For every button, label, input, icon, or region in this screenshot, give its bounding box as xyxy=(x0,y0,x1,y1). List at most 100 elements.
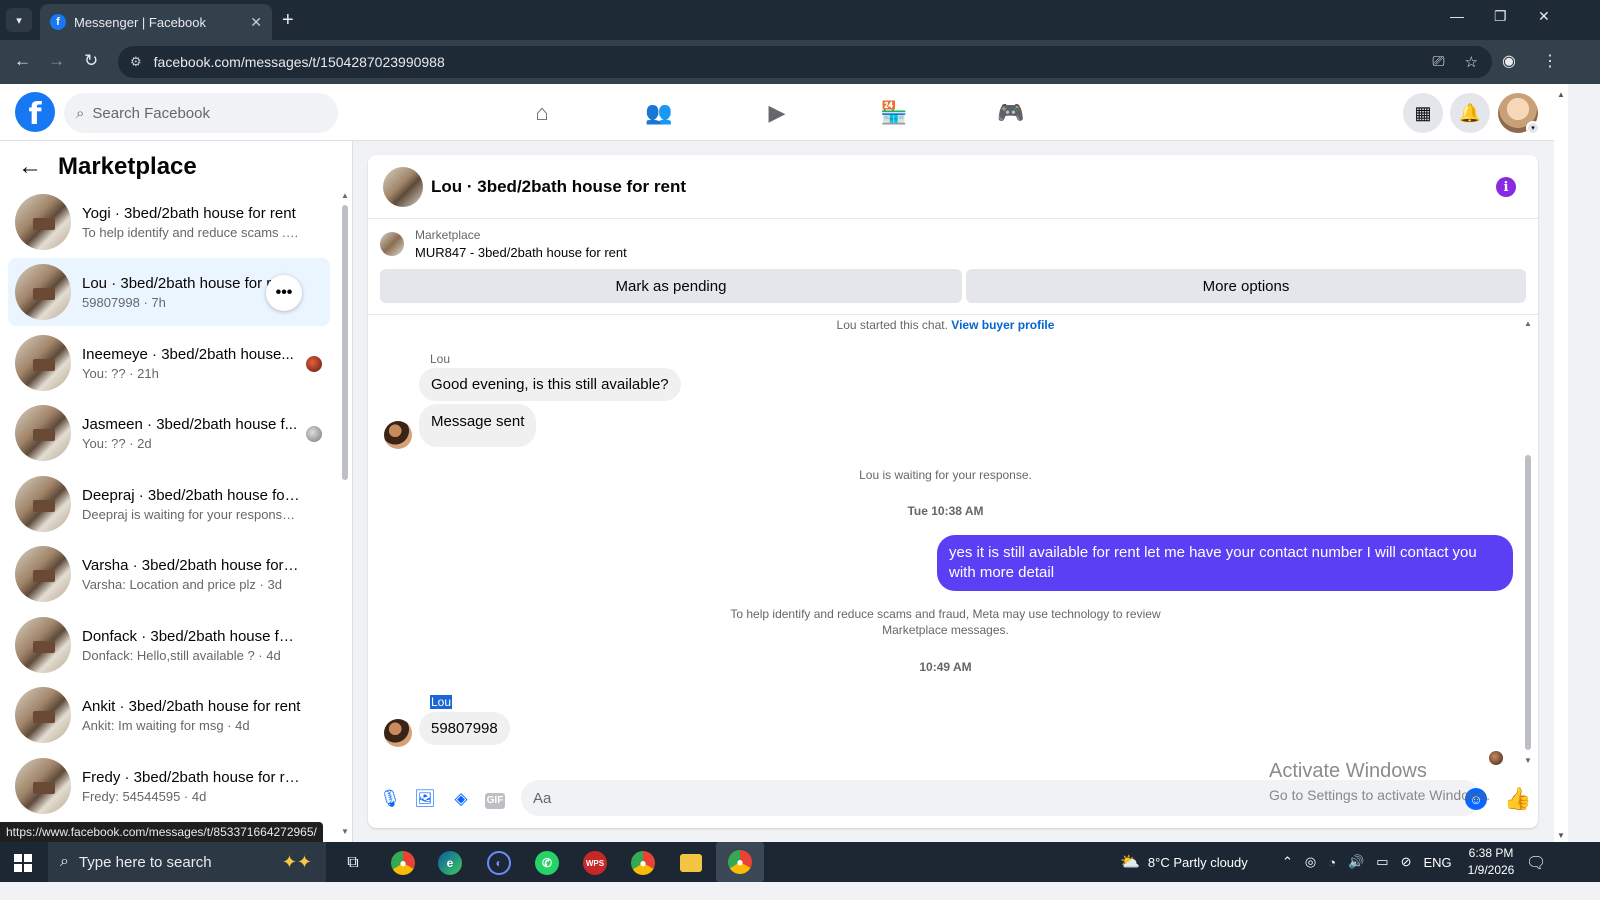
language-indicator[interactable]: ENG xyxy=(1424,855,1452,870)
browser-tab-strip: ▾ f Messenger | Facebook ✕ + — ❐ ✕ xyxy=(0,0,1600,40)
conversation-title: Yogi · 3bed/2bath house for rent xyxy=(82,204,296,222)
microphone-icon[interactable]: 🎙 xyxy=(379,788,401,810)
incoming-message[interactable]: Good evening, is this still available? xyxy=(419,368,681,401)
gaming-icon[interactable]: 🎮 xyxy=(996,98,1026,128)
chat-title[interactable]: Lou · 3bed/2bath house for rent xyxy=(431,177,686,197)
conversation-item-active[interactable]: Lou · 3bed/2bath house for r 59807998 · 7… xyxy=(8,258,330,326)
listing-summary[interactable]: Marketplace MUR847 - 3bed/2bath house fo… xyxy=(380,228,627,260)
facebook-header: f ⌕ Search Facebook ⌂ 👥 ▶ 🏪 🎮 ▦ 🔔 ▾ xyxy=(0,84,1554,141)
back-button[interactable]: ← xyxy=(14,51,31,71)
conversation-item[interactable]: Yogi · 3bed/2bath house for rent To help … xyxy=(8,188,330,256)
task-view-icon[interactable]: ⧉ xyxy=(338,848,368,878)
thumbs-up-icon[interactable]: 👍 xyxy=(1504,786,1531,812)
conversation-title: Ankit · 3bed/2bath house for rent xyxy=(82,697,301,715)
conversation-item[interactable]: Donfack · 3bed/2bath house for... Donfack… xyxy=(8,611,330,679)
notification-center-icon[interactable]: 🗨 xyxy=(1526,853,1546,873)
incoming-message[interactable]: 59807998 xyxy=(419,712,510,745)
sticker-icon[interactable]: ◈ xyxy=(450,788,472,810)
volume-icon[interactable]: 🔊 xyxy=(1348,854,1364,870)
chrome-app-icon[interactable]: ● xyxy=(388,848,418,878)
wifi-off-icon[interactable]: ⊘ xyxy=(1401,854,1412,870)
watermark-line-2: Go to Settings to activate Windows. xyxy=(1269,787,1490,803)
scroll-up-arrow-icon[interactable]: ▲ xyxy=(341,191,349,200)
marketplace-icon[interactable]: 🏪 xyxy=(879,98,909,128)
facebook-search-input[interactable]: ⌕ Search Facebook xyxy=(64,93,338,133)
view-buyer-profile-link[interactable]: View buyer profile xyxy=(951,318,1054,332)
tab-search-dropdown[interactable]: ▾ xyxy=(6,8,32,32)
browser-tab[interactable]: f Messenger | Facebook ✕ xyxy=(40,4,272,40)
conversation-title: Lou · 3bed/2bath house for r xyxy=(82,274,272,292)
photo-icon[interactable]: 🖼 xyxy=(414,788,436,810)
more-options-icon[interactable]: ••• xyxy=(266,275,302,311)
mark-as-pending-button[interactable]: Mark as pending xyxy=(380,269,962,303)
file-explorer-icon[interactable] xyxy=(676,848,706,878)
scroll-down-arrow-icon[interactable]: ▼ xyxy=(341,827,349,836)
install-app-icon[interactable]: ⎚ xyxy=(1433,53,1445,71)
search-icon: ⌕ xyxy=(76,104,85,122)
conversation-item[interactable]: Ineemeye · 3bed/2bath house... You: ?? · … xyxy=(8,329,330,397)
sender-avatar[interactable] xyxy=(384,421,412,449)
profile-icon[interactable]: ◉ xyxy=(1502,51,1516,71)
chat-started-notice: Lou started this chat. View buyer profil… xyxy=(368,318,1523,332)
scroll-down-arrow-icon[interactable]: ▼ xyxy=(1524,756,1532,765)
new-tab-button[interactable]: + xyxy=(282,8,294,32)
scrollbar-thumb[interactable] xyxy=(342,205,348,480)
close-tab-icon[interactable]: ✕ xyxy=(250,14,262,31)
network-icon[interactable]: ◔ xyxy=(1328,855,1336,870)
friends-icon[interactable]: 👥 xyxy=(644,98,674,128)
restore-button[interactable]: ❐ xyxy=(1494,8,1507,25)
info-icon[interactable]: i xyxy=(1496,177,1516,197)
show-hidden-icons-icon[interactable]: ⌃ xyxy=(1282,854,1293,870)
outgoing-message[interactable]: yes it is still available for rent let m… xyxy=(937,535,1513,591)
reload-button[interactable]: ↻ xyxy=(84,51,98,71)
edge-app-icon[interactable]: e xyxy=(435,848,465,878)
scroll-up-arrow-icon[interactable]: ▲ xyxy=(1524,319,1532,328)
video-icon[interactable]: ▶ xyxy=(762,98,792,128)
scrollbar-thumb[interactable] xyxy=(1525,455,1531,750)
scroll-down-arrow-icon[interactable]: ▼ xyxy=(1557,831,1565,840)
incoming-message[interactable]: Message sent xyxy=(419,404,537,447)
battery-icon[interactable]: ▭ xyxy=(1376,854,1388,870)
message-placeholder: Aa xyxy=(533,789,552,807)
sender-avatar[interactable] xyxy=(384,719,412,747)
sidebar-header: ← Marketplace xyxy=(18,153,197,181)
sidebar-scrollbar[interactable]: ▲ ▼ xyxy=(340,191,350,836)
conversation-item[interactable]: Varsha · 3bed/2bath house for r... Varsha… xyxy=(8,540,330,608)
conversation-item[interactable]: Ankit · 3bed/2bath house for rent Ankit: … xyxy=(8,681,330,749)
conversation-item[interactable]: Jasmeen · 3bed/2bath house f... You: ?? ·… xyxy=(8,399,330,467)
menu-grid-icon[interactable]: ▦ xyxy=(1403,93,1443,133)
chat-scrollbar[interactable]: ▲ ▼ xyxy=(1523,315,1533,765)
clockify-app-icon[interactable]: ◐ xyxy=(484,848,514,878)
facebook-favicon-icon: f xyxy=(50,14,66,30)
chrome-menu-icon[interactable]: ⋮ xyxy=(1542,51,1558,71)
facebook-logo-icon[interactable]: f xyxy=(15,92,55,132)
chrome-active-app-icon[interactable]: ● xyxy=(716,842,764,882)
whatsapp-app-icon[interactable]: ✆ xyxy=(532,848,562,878)
chrome-profile-app-icon[interactable]: ● xyxy=(628,848,658,878)
system-tray: ⌃ ◎ ◔ 🔊 ▭ ⊘ ENG xyxy=(1282,842,1452,882)
page-scrollbar[interactable]: ▲ ▼ xyxy=(1554,84,1568,842)
account-avatar[interactable]: ▾ xyxy=(1498,93,1540,135)
taskbar-clock[interactable]: 6:38 PM 1/9/2026 xyxy=(1458,845,1524,879)
conversation-item[interactable]: Fredy · 3bed/2bath house for rent Fredy: … xyxy=(8,752,330,820)
back-arrow-icon[interactable]: ← xyxy=(18,153,42,181)
wps-app-icon[interactable]: WPS xyxy=(580,848,610,878)
home-icon[interactable]: ⌂ xyxy=(527,98,557,128)
site-settings-icon[interactable]: ⚙ xyxy=(130,54,142,70)
address-bar[interactable]: ⚙ facebook.com/messages/t/15042870239909… xyxy=(118,46,1492,78)
more-options-button[interactable]: More options xyxy=(966,269,1526,303)
conversation-item[interactable]: Deepraj · 3bed/2bath house for ... Deepra… xyxy=(8,470,330,538)
bookmark-star-icon[interactable]: ☆ xyxy=(1465,53,1478,71)
gif-icon[interactable]: GIF xyxy=(484,788,506,810)
meet-now-icon[interactable]: ◎ xyxy=(1305,854,1316,870)
chat-started-text: Lou started this chat. xyxy=(836,318,948,332)
weather-widget[interactable]: ⛅ 8°C Partly cloudy xyxy=(1120,842,1248,882)
taskbar-search-input[interactable]: ⌕ Type here to search ✦✦ xyxy=(48,842,326,882)
minimize-button[interactable]: — xyxy=(1450,8,1464,24)
windows-start-icon[interactable] xyxy=(14,854,32,872)
notifications-bell-icon[interactable]: 🔔 xyxy=(1450,93,1490,133)
forward-button[interactable]: → xyxy=(48,51,65,71)
scroll-up-arrow-icon[interactable]: ▲ xyxy=(1557,90,1565,99)
close-window-button[interactable]: ✕ xyxy=(1538,8,1550,25)
chat-avatar[interactable] xyxy=(383,166,423,207)
